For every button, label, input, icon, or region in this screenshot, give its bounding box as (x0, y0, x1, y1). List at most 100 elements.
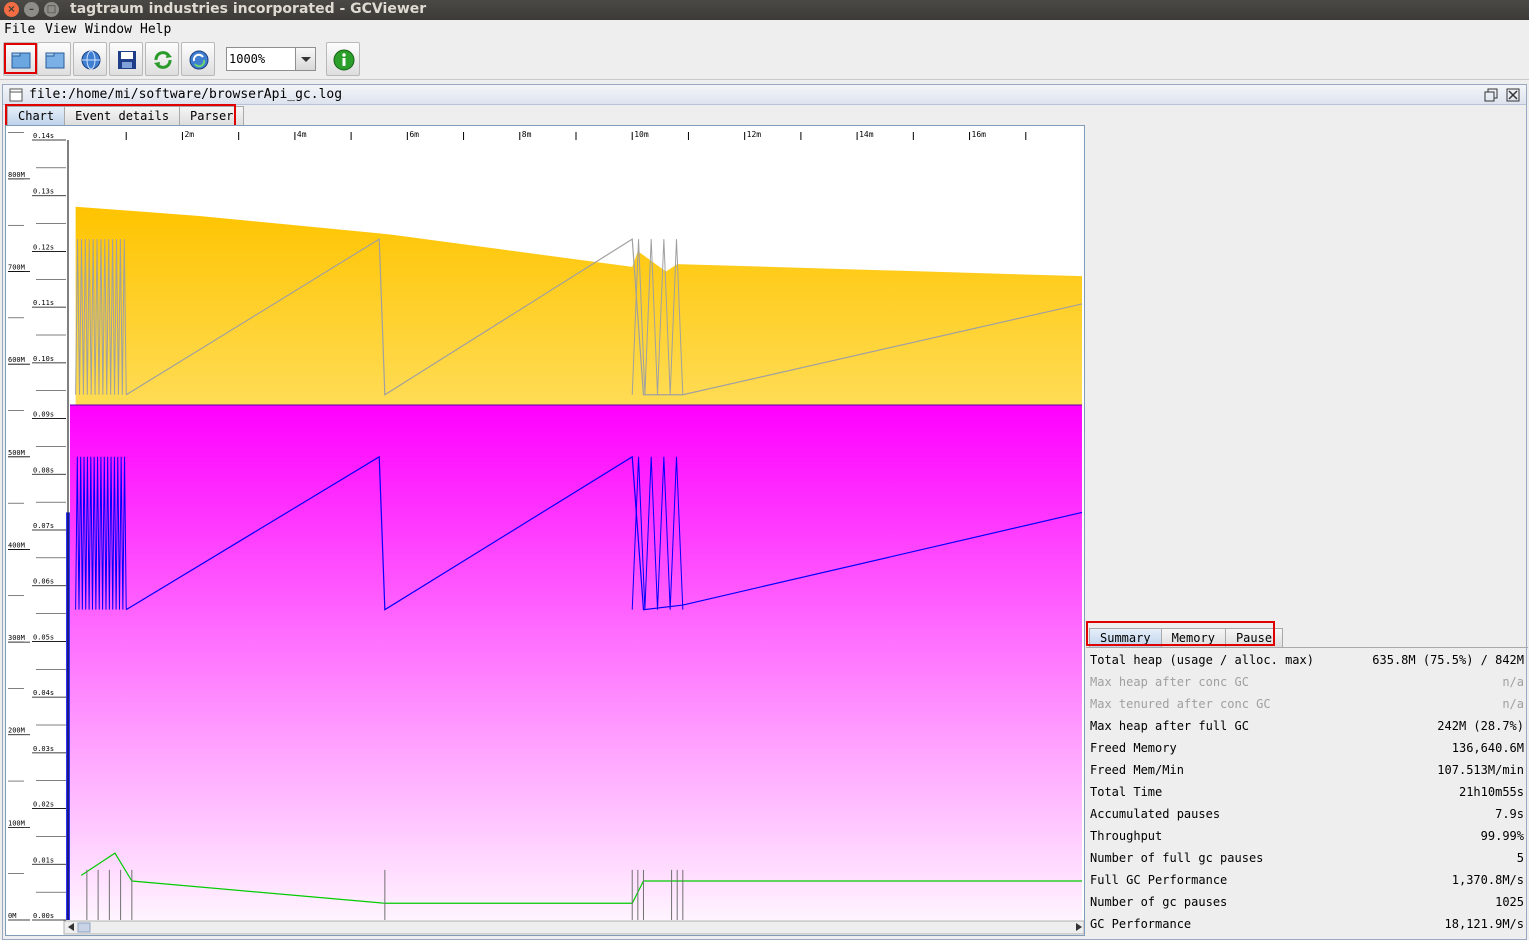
chevron-down-icon[interactable] (295, 48, 315, 70)
chart-tab-bar: Chart Event details Parser (7, 106, 245, 126)
summary-row: Max tenured after conc GC n/a (1086, 692, 1528, 714)
summary-label: Total heap (usage / alloc. max) (1090, 653, 1314, 667)
pause-tick-label: 0.11s (33, 299, 54, 307)
memory-tick-label: 400M (8, 541, 25, 549)
close-icon[interactable]: × (4, 2, 19, 17)
document-icon (9, 88, 23, 102)
close-icon[interactable] (1506, 88, 1520, 102)
total-heap-area (75, 206, 1083, 405)
summary-label: Max heap after conc GC (1090, 675, 1249, 689)
memory-tick-label: 200M (8, 727, 25, 735)
menu-help[interactable]: Help (140, 22, 171, 37)
x-axis-panel (6, 126, 1084, 140)
x-tick-label: 8m (522, 130, 532, 139)
tab-summary[interactable]: Summary (1089, 628, 1162, 648)
summary-row: Total heap (usage / alloc. max) 635.8M (7… (1086, 648, 1528, 670)
open-file-button[interactable] (3, 42, 37, 76)
tab-parser[interactable]: Parser (179, 106, 245, 126)
pause-tick-label: 0.04s (33, 689, 54, 697)
menu-window[interactable]: Window (85, 22, 132, 37)
summary-label: Number of full gc pauses (1090, 851, 1264, 865)
summary-row: Number of gc pauses 1025 (1086, 890, 1528, 912)
refresh-icon (154, 51, 172, 69)
about-button[interactable] (326, 42, 360, 76)
restore-icon[interactable] (1484, 88, 1498, 102)
pause-tick-label: 0.13s (33, 188, 54, 196)
summary-value: 107.513M/min (1437, 763, 1524, 777)
summary-row: GC Performance 18,121.9M/s (1086, 912, 1528, 934)
pause-tick-label: 0.09s (33, 411, 54, 419)
x-tick-label: 6m (409, 130, 419, 139)
scroll-thumb (77, 922, 91, 933)
summary-row: Throughput 99.99% (1086, 824, 1528, 846)
gc-chart[interactable]: 2m 4m 6m 8m 10m 12m 14m 16m 800M 700M 600M 500M 400M… (6, 126, 1084, 935)
file-path-label: file:/home/mi/software/browserApi_gc.log (29, 87, 343, 102)
summary-row: Freed Mem/Min 107.513M/min (1086, 758, 1528, 780)
summary-label: Freed Mem/Min (1090, 763, 1184, 777)
open-url-globe-icon (81, 50, 101, 70)
menu-view[interactable]: View (45, 22, 76, 37)
x-tick-label: 12m (747, 130, 762, 139)
memory-tick-label: 0M (8, 912, 16, 920)
x-tick-label: 4m (297, 130, 307, 139)
document-title-bar: file:/home/mi/software/browserApi_gc.log (3, 85, 1526, 105)
open-url-icon (45, 52, 65, 69)
memory-tick-label: 300M (8, 634, 25, 642)
x-tick-label: 16m (972, 130, 987, 139)
summary-label: Full GC Performance (1090, 873, 1228, 887)
save-icon (118, 51, 136, 69)
window-title-bar: × – □ tagtraum industries incorporated -… (0, 0, 1529, 20)
summary-label: GC Performance (1090, 917, 1192, 931)
summary-row: Number of full gc pauses 5 (1086, 846, 1528, 868)
summary-value: 635.8M (75.5%) / 842M (1372, 653, 1524, 667)
open-url-button[interactable] (37, 42, 71, 76)
open-url-globe-button[interactable] (73, 42, 107, 76)
summary-label: Max heap after full GC (1090, 719, 1249, 733)
pause-tick-label: 0.07s (33, 522, 54, 530)
horizontal-scrollbar (63, 920, 1084, 935)
maximize-icon[interactable]: □ (44, 2, 59, 17)
save-button[interactable] (109, 42, 143, 76)
minimize-icon[interactable]: – (24, 2, 39, 17)
zoom-combobox[interactable]: 1000% (226, 47, 316, 71)
pause-tick-label: 0.14s (33, 132, 54, 140)
summary-value: 99.99% (1480, 829, 1524, 843)
x-tick-label: 10m (634, 130, 649, 139)
gc-chart-panel[interactable]: 2m 4m 6m 8m 10m 12m 14m 16m 800M 700M 600M 500M 400M… (5, 125, 1085, 936)
refresh-button[interactable] (145, 42, 179, 76)
summary-value: 7.9s (1495, 807, 1524, 821)
summary-row: Freed Memory 136,640.6M (1086, 736, 1528, 758)
summary-row: Full GC Performance 1,370.8M/s (1086, 868, 1528, 890)
summary-label: Accumulated pauses (1090, 807, 1221, 821)
summary-value: 242M (28.7%) (1437, 719, 1524, 733)
menu-file[interactable]: File (4, 22, 35, 37)
pause-tick-label: 0.10s (33, 355, 54, 363)
tab-pause[interactable]: Pause (1224, 628, 1284, 648)
summary-value: 5 (1516, 851, 1524, 865)
x-tick-label: 2m (184, 130, 194, 139)
watch-button[interactable] (181, 42, 215, 76)
summary-row: Max heap after conc GC n/a (1086, 670, 1528, 692)
tenured-area (70, 404, 1082, 920)
summary-row: Max heap after full GC 242M (28.7%) (1086, 714, 1528, 736)
memory-tick-label: 700M (8, 264, 25, 272)
summary-label: Throughput (1090, 829, 1163, 843)
tab-memory[interactable]: Memory (1160, 628, 1226, 648)
zoom-value: 1000% (229, 52, 266, 66)
summary-value: 21h10m55s (1458, 785, 1524, 799)
tab-event-details[interactable]: Event details (64, 106, 181, 126)
watch-icon (189, 50, 209, 70)
pause-tick-label: 0.03s (33, 745, 54, 753)
pause-tick-label: 0.02s (33, 801, 54, 809)
window-title: tagtraum industries incorporated - GCVie… (70, 1, 427, 17)
summary-label: Number of gc pauses (1090, 895, 1228, 909)
memory-tick-label: 600M (8, 356, 25, 364)
summary-table: Total heap (usage / alloc. max) 635.8M (7… (1086, 647, 1528, 940)
tab-chart[interactable]: Chart (7, 106, 66, 126)
pause-tick-label: 0.06s (33, 578, 54, 586)
summary-label: Max tenured after conc GC (1090, 697, 1271, 711)
summary-value: n/a (1502, 675, 1524, 689)
pause-tick-label: 0.05s (33, 633, 54, 641)
memory-tick-label: 100M (8, 819, 25, 827)
x-tick-label: 14m (859, 130, 874, 139)
